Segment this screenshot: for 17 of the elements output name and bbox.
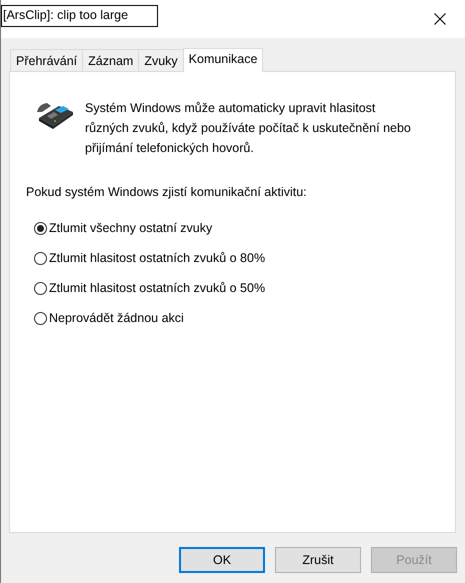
description-text: Systém Windows může automaticky upravit hlasitost různých zvuků, když používáte počítač k uskutečnění nebo přijímání telefonických hovorů. — [85, 100, 412, 157]
tab[interactable]: Komunikace — [182, 48, 264, 72]
tab[interactable]: Zvuky — [138, 49, 184, 71]
tab[interactable]: Přehrávání — [10, 49, 84, 71]
radio-button[interactable] — [34, 312, 47, 324]
close-icon — [434, 13, 446, 25]
option-label[interactable]: Ztlumit hlasitost ostatních zvuků o 80% — [49, 251, 266, 265]
dialog-button[interactable]: OK — [179, 547, 265, 573]
option-label[interactable]: Neprovádět žádnou akci — [49, 311, 184, 325]
radio-button[interactable] — [34, 222, 47, 234]
prompt-text: Pokud systém Windows zjistí komunikační aktivitu: — [26, 185, 308, 199]
overlay-label: [ArsClip]: clip too large — [1, 5, 158, 27]
option-label[interactable]: Ztlumit všechny ostatní zvuky — [49, 221, 212, 235]
radio-button[interactable] — [34, 252, 47, 264]
option-label[interactable]: Ztlumit hlasitost ostatních zvuků o 50% — [49, 281, 266, 295]
radio-button[interactable] — [34, 282, 47, 294]
dialog-button[interactable]: Zrušit — [275, 547, 361, 573]
